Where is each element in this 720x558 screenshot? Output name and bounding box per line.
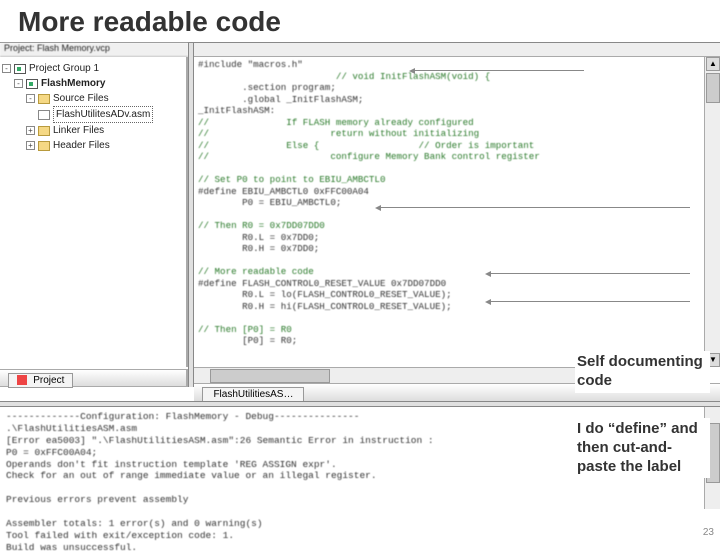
tree-folder-header-label: Header Files <box>53 138 110 153</box>
project-panel-tabstrip: Project <box>0 369 188 387</box>
tree-project[interactable]: - FlashMemory <box>14 76 184 91</box>
scroll-up-arrow-icon[interactable]: ▲ <box>706 57 720 71</box>
tree-folder-linker-label: Linker Files <box>53 123 104 138</box>
tree-folder-source-label: Source Files <box>53 91 109 106</box>
annotation-arrow <box>380 207 690 208</box>
project-breadcrumb: Project: Flash Memory.vcp <box>0 43 188 57</box>
tree-project-label: FlashMemory <box>41 78 105 89</box>
file-icon <box>38 110 50 120</box>
project-group-icon <box>14 64 26 74</box>
tree-folder-linker[interactable]: + Linker Files <box>26 123 184 138</box>
code-text: #include "macros.h" // void InitFlashASM… <box>194 57 704 349</box>
project-icon <box>26 79 38 89</box>
tree-root-label: Project Group 1 <box>29 61 99 76</box>
collapse-icon[interactable]: - <box>14 79 23 88</box>
code-editor[interactable]: #include "macros.h" // void InitFlashASM… <box>194 57 704 367</box>
folder-icon <box>38 141 50 151</box>
annotation-arrow <box>490 273 690 274</box>
callout-self-documenting: Self documenting code <box>575 351 710 393</box>
scroll-thumb[interactable] <box>706 73 720 103</box>
tree-folder-header[interactable]: + Header Files <box>26 138 184 153</box>
scroll-thumb[interactable] <box>210 369 330 383</box>
tree-root[interactable]: - Project Group 1 <box>2 61 184 76</box>
editor-file-tab-label: FlashUtilitiesAS… <box>213 389 293 400</box>
expand-icon[interactable]: + <box>26 141 35 150</box>
project-tab-label: Project <box>33 375 64 386</box>
folder-icon <box>38 126 50 136</box>
callout-define: I do “define” and then cut-and-paste the… <box>575 418 710 478</box>
project-tab-icon <box>17 375 27 385</box>
folder-icon <box>38 94 50 104</box>
expand-icon[interactable]: + <box>26 126 35 135</box>
collapse-icon[interactable]: - <box>26 94 35 103</box>
annotation-arrow <box>414 70 584 71</box>
editor-gutter-top <box>194 43 720 57</box>
slide-number: 23 <box>703 527 714 538</box>
tree-folder-source[interactable]: - Source Files <box>26 91 184 106</box>
project-tab[interactable]: Project <box>8 373 73 388</box>
slide-title: More readable code <box>0 0 720 42</box>
annotation-arrow <box>490 301 690 302</box>
editor-file-tab[interactable]: FlashUtilitiesAS… <box>202 387 304 402</box>
editor-vertical-scrollbar[interactable]: ▲ ▼ <box>704 57 720 367</box>
collapse-icon[interactable]: - <box>2 64 11 73</box>
project-tree-panel: - Project Group 1 - FlashMemory - Source… <box>0 57 188 367</box>
tree-file-label: FlashUtilitesADv.asm <box>53 106 153 123</box>
tree-file[interactable]: FlashUtilitesADv.asm <box>38 106 184 123</box>
